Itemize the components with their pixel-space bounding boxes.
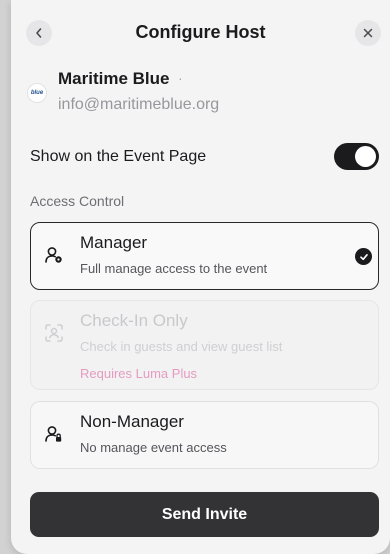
configure-host-dialog: Configure Host blue Maritime Blue · info… — [11, 0, 390, 554]
host-name: Maritime Blue — [58, 69, 170, 88]
scan-user-icon — [44, 323, 64, 348]
host-logo: blue — [27, 83, 47, 103]
access-control-label: Access Control — [30, 193, 125, 209]
close-button[interactable] — [355, 20, 381, 46]
option-title: Manager — [80, 233, 148, 252]
access-option-check-in-only: Check-In Only Check in guests and view g… — [30, 300, 379, 390]
access-option-manager[interactable]: Manager Full manage access to the event — [30, 222, 379, 290]
toggle-knob — [355, 146, 376, 167]
dialog-title: Configure Host — [135, 22, 266, 42]
host-separator: · — [178, 70, 183, 86]
user-gear-icon — [44, 245, 64, 270]
show-on-event-toggle[interactable] — [334, 143, 379, 170]
send-invite-button[interactable]: Send Invite — [30, 492, 379, 537]
host-email: info@maritimeblue.org — [58, 96, 220, 113]
option-description: Full manage access to the event — [80, 261, 268, 276]
access-option-non-manager[interactable]: Non-Manager No manage event access — [30, 401, 379, 469]
show-on-event-label: Show on the Event Page — [30, 148, 207, 165]
user-lock-icon — [44, 424, 64, 449]
host-logo-text: blue — [30, 90, 44, 96]
option-description: Check in guests and view guest list — [80, 339, 283, 354]
option-title: Non-Manager — [80, 412, 184, 431]
option-description: No manage event access — [80, 440, 227, 455]
close-icon — [363, 28, 373, 38]
option-title: Check-In Only — [80, 311, 188, 330]
requires-plus-link[interactable]: Requires Luma Plus — [80, 366, 197, 381]
selected-check-icon — [355, 248, 372, 265]
